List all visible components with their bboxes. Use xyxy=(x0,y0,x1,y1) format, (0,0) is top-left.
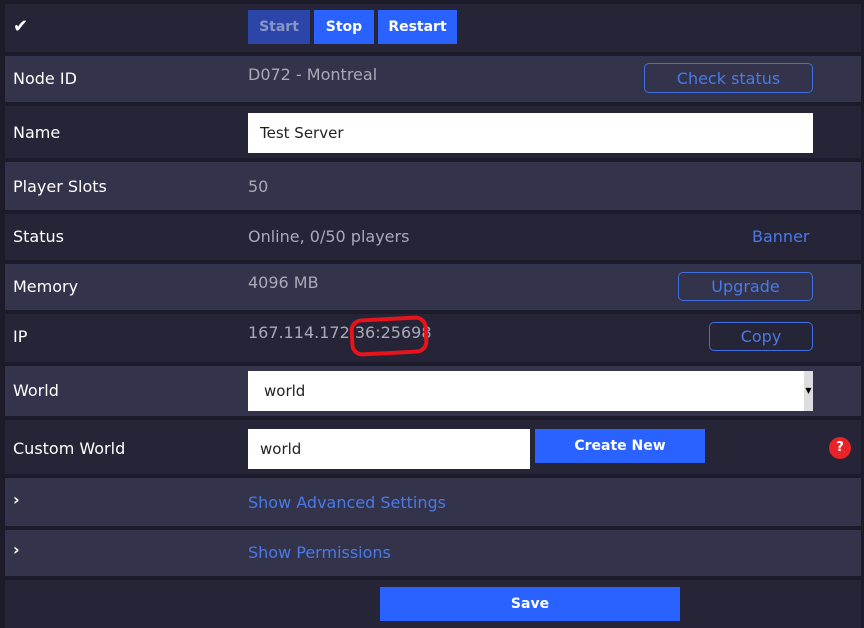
player-slots-label: Player Slots xyxy=(13,177,107,196)
memory-row: Memory 4096 MB Upgrade xyxy=(5,264,861,310)
world-row: World world ▼ xyxy=(5,366,861,416)
banner-link[interactable]: Banner xyxy=(752,227,809,246)
save-row: Save xyxy=(5,580,861,628)
show-advanced-settings-link[interactable]: Show Advanced Settings xyxy=(248,493,446,512)
memory-value: 4096 MB xyxy=(248,273,319,292)
copy-button[interactable]: Copy xyxy=(709,322,813,351)
world-select[interactable]: world ▼ xyxy=(248,371,813,411)
name-row: Name xyxy=(5,106,861,158)
player-slots-row: Player Slots 50 xyxy=(5,162,861,210)
question-icon[interactable]: ? xyxy=(829,437,851,459)
start-button[interactable]: Start xyxy=(248,10,310,44)
upgrade-button[interactable]: Upgrade xyxy=(678,272,813,301)
create-new-button[interactable]: Create New xyxy=(535,429,705,463)
custom-world-row: Custom World Create New ? xyxy=(5,420,861,474)
node-id-label: Node ID xyxy=(13,69,77,88)
status-row: Status Online, 0/50 players Banner xyxy=(5,214,861,260)
check-status-button[interactable]: Check status xyxy=(644,63,813,93)
node-id-row: Node ID D072 - Montreal Check status xyxy=(5,56,861,102)
custom-world-input[interactable] xyxy=(248,429,530,469)
chevron-right-icon: › xyxy=(13,490,20,509)
world-select-value: world xyxy=(264,382,306,400)
checkmark-icon: ✔ xyxy=(13,16,29,37)
advanced-settings-row[interactable]: › Show Advanced Settings xyxy=(5,478,861,526)
server-controls-row: ✔ Start Stop Restart xyxy=(5,4,861,52)
custom-world-label: Custom World xyxy=(13,439,126,458)
status-value: Online, 0/50 players xyxy=(248,227,410,246)
restart-button[interactable]: Restart xyxy=(378,10,457,44)
world-label: World xyxy=(13,381,59,400)
red-annotation-circle xyxy=(349,314,429,358)
memory-label: Memory xyxy=(13,277,79,296)
permissions-row[interactable]: › Show Permissions xyxy=(5,530,861,576)
ip-row: IP 167.114.172.36:25698 Copy xyxy=(5,314,861,362)
show-permissions-link[interactable]: Show Permissions xyxy=(248,543,391,562)
name-label: Name xyxy=(13,123,61,142)
chevron-right-icon: › xyxy=(13,540,20,559)
save-button[interactable]: Save xyxy=(380,587,680,621)
node-id-value: D072 - Montreal xyxy=(248,65,378,84)
name-input[interactable] xyxy=(248,113,813,153)
status-label: Status xyxy=(13,227,64,246)
player-slots-value: 50 xyxy=(248,177,269,196)
ip-label: IP xyxy=(13,327,28,346)
stop-button[interactable]: Stop xyxy=(314,10,374,44)
chevron-down-icon[interactable]: ▼ xyxy=(804,371,813,411)
